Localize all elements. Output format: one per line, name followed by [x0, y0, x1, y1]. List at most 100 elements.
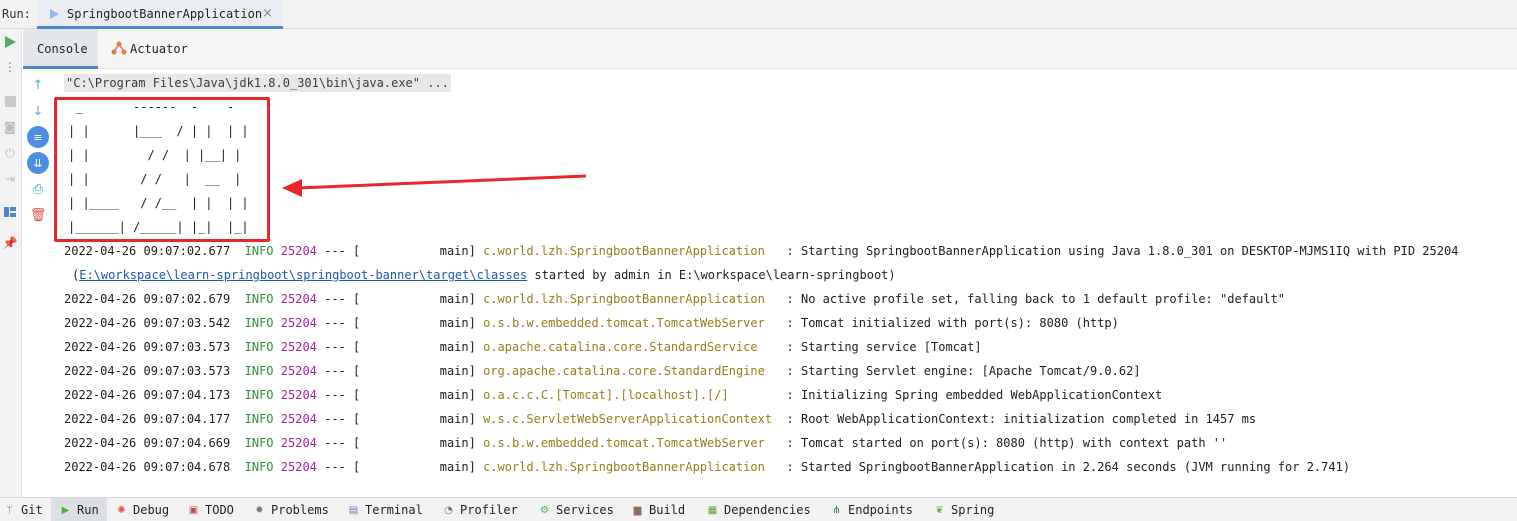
actuator-icon — [111, 41, 127, 55]
log-message: : Starting service [Tomcat] — [786, 340, 982, 354]
log-continuation: (E:\workspace\learn-springboot\springboo… — [72, 266, 896, 284]
log-separator: --- [ — [324, 340, 361, 354]
tool-build-label: Build — [649, 503, 686, 517]
log-logger: o.apache.catalina.core.StandardService — [483, 340, 780, 354]
stop-icon[interactable] — [3, 94, 17, 108]
log-pid: 25204 — [280, 340, 317, 354]
log-level: INFO — [244, 292, 274, 306]
services-icon: ⚙ — [540, 504, 549, 516]
log-line: 2022-04-26 09:07:04.669 INFO 25204 --- [… — [64, 434, 1227, 452]
scroll-to-end-icon[interactable]: ⇊ — [27, 152, 49, 174]
tool-dependencies-label: Dependencies — [724, 503, 811, 517]
log-pid: 25204 — [280, 460, 317, 474]
console-actions: ↑ ↓ ≡ ⇊ ⎙ 🗑 — [23, 70, 53, 490]
log-thread: main] — [360, 292, 476, 306]
log-line: 2022-04-26 09:07:04.173 INFO 25204 --- [… — [64, 386, 1162, 404]
problems-icon: ✹ — [255, 504, 264, 516]
tool-build[interactable]: ▆ Build — [631, 498, 685, 521]
log-thread: main] — [360, 364, 476, 378]
exit-icon[interactable]: ⇥ — [3, 172, 17, 186]
tool-dependencies[interactable]: ▦ Dependencies — [706, 498, 811, 521]
terminal-icon: ▤ — [348, 504, 359, 516]
classes-path-link[interactable]: E:\workspace\learn-springboot\springboot… — [79, 268, 527, 282]
tool-problems-label: Problems — [271, 503, 329, 517]
spring-leaf-icon: ❦ — [935, 504, 944, 516]
run-tool-window-header: Run: SpringbootBannerApplication × — [0, 0, 1517, 29]
log-timestamp: 2022-04-26 09:07:02.677 — [64, 244, 231, 258]
log-line: 2022-04-26 09:07:04.678 INFO 25204 --- [… — [64, 458, 1350, 476]
camera-icon[interactable]: ◙ — [3, 120, 17, 134]
tool-spring[interactable]: ❦ Spring — [933, 498, 994, 521]
print-icon[interactable]: ⎙ — [27, 178, 49, 200]
log-pid: 25204 — [280, 364, 317, 378]
bug-icon: ✺ — [117, 504, 126, 516]
tab-console[interactable]: Console — [23, 29, 98, 69]
layout-icon[interactable] — [3, 205, 17, 219]
log-message: : No active profile set, falling back to… — [786, 292, 1286, 306]
tool-debug[interactable]: ✺ Debug — [115, 498, 169, 521]
log-level: INFO — [244, 436, 274, 450]
scroll-down-icon[interactable]: ↓ — [27, 100, 49, 122]
log-level: INFO — [244, 340, 274, 354]
tool-todo-label: TODO — [205, 503, 234, 517]
log-thread: main] — [360, 436, 476, 450]
log-pid: 25204 — [280, 316, 317, 330]
plug-icon[interactable]: ⏻ — [3, 146, 17, 160]
tool-run[interactable]: ▶ Run — [51, 498, 107, 521]
log-level: INFO — [244, 364, 274, 378]
log-logger: org.apache.catalina.core.StandardEngine — [483, 364, 780, 378]
log-logger: w.s.c.ServletWebServerApplicationContext — [483, 412, 780, 426]
log-logger: o.s.b.w.embedded.tomcat.TomcatWebServer — [483, 316, 780, 330]
log-logger: c.world.lzh.SpringbootBannerApplication — [483, 244, 780, 258]
tab-springboot-banner-application[interactable]: SpringbootBannerApplication × — [37, 0, 283, 29]
log-timestamp: 2022-04-26 09:07:04.177 — [64, 412, 231, 426]
clear-all-icon[interactable]: 🗑 — [27, 204, 49, 226]
scroll-up-icon[interactable]: ↑ — [27, 74, 49, 96]
log-pid: 25204 — [280, 436, 317, 450]
log-pid: 25204 — [280, 412, 317, 426]
run-toolbar: ⋮ ◙ ⏻ ⇥ 📌 — [0, 29, 22, 497]
log-separator: --- [ — [324, 364, 361, 378]
log-separator: --- [ — [324, 436, 361, 450]
log-message: : Tomcat started on port(s): 8080 (http)… — [786, 436, 1228, 450]
close-icon[interactable]: × — [262, 6, 273, 21]
log-separator: --- [ — [324, 244, 361, 258]
log-line: 2022-04-26 09:07:02.677 INFO 25204 --- [… — [64, 242, 1458, 260]
soft-wrap-icon[interactable]: ≡ — [27, 126, 49, 148]
tool-services[interactable]: ⚙ Services — [538, 498, 614, 521]
log-timestamp: 2022-04-26 09:07:04.669 — [64, 436, 231, 450]
tool-git[interactable]: ᛘ Git — [3, 498, 43, 521]
tab-actuator[interactable]: Actuator — [111, 29, 221, 69]
run-icon: ▶ — [61, 504, 70, 516]
log-line: 2022-04-26 09:07:03.573 INFO 25204 --- [… — [64, 338, 982, 356]
log-separator: --- [ — [324, 292, 361, 306]
rerun-icon[interactable] — [3, 35, 17, 49]
java-command-line: "C:\Program Files\Java\jdk1.8.0_301\bin\… — [64, 74, 451, 92]
log-timestamp: 2022-04-26 09:07:03.573 — [64, 364, 231, 378]
log-level: INFO — [244, 316, 274, 330]
log-logger: c.world.lzh.SpringbootBannerApplication — [483, 292, 780, 306]
log-line: 2022-04-26 09:07:02.679 INFO 25204 --- [… — [64, 290, 1285, 308]
git-branch-icon: ᛘ — [6, 504, 13, 516]
tool-endpoints[interactable]: ⋔ Endpoints — [830, 498, 913, 521]
tool-terminal[interactable]: ▤ Terminal — [347, 498, 423, 521]
log-timestamp: 2022-04-26 09:07:02.679 — [64, 292, 231, 306]
continuation-suffix: started by admin in E:\workspace\learn-s… — [527, 268, 896, 282]
pin-icon[interactable]: 📌 — [3, 236, 18, 250]
tool-todo[interactable]: ▣ TODO — [187, 498, 234, 521]
tool-endpoints-label: Endpoints — [848, 503, 914, 517]
log-separator: --- [ — [324, 316, 361, 330]
tool-run-label: Run — [77, 503, 99, 517]
tool-profiler[interactable]: ◔ Profiler — [442, 498, 518, 521]
log-separator: --- [ — [324, 412, 361, 426]
console-output[interactable]: "C:\Program Files\Java\jdk1.8.0_301\bin\… — [54, 70, 1517, 490]
log-timestamp: 2022-04-26 09:07:03.573 — [64, 340, 231, 354]
banner-highlight-box — [54, 97, 270, 242]
log-thread: main] — [360, 412, 476, 426]
more-options-icon[interactable]: ⋮ — [3, 60, 17, 74]
console-tab-bar: Console Actuator — [23, 29, 1517, 69]
log-timestamp: 2022-04-26 09:07:04.173 — [64, 388, 231, 402]
log-pid: 25204 — [280, 388, 317, 402]
tool-problems[interactable]: ✹ Problems — [253, 498, 329, 521]
log-logger: c.world.lzh.SpringbootBannerApplication — [483, 460, 780, 474]
